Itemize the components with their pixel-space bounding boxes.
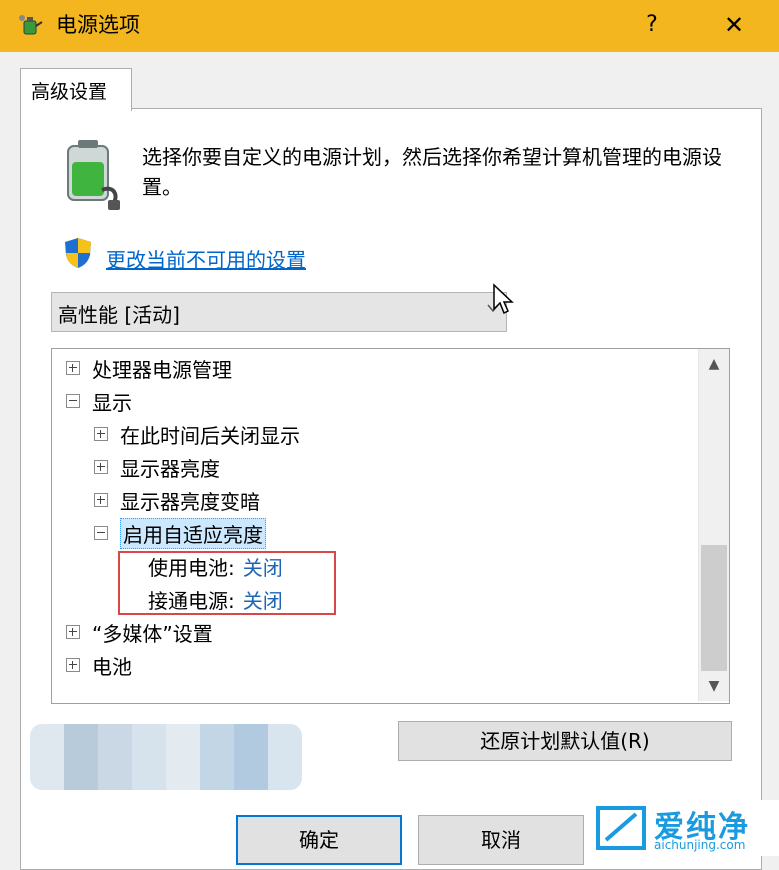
cancel-button[interactable]: 取消 [418, 815, 584, 865]
expand-icon[interactable] [66, 625, 80, 639]
tree-item-processor-power[interactable]: 处理器电源管理 [66, 353, 232, 383]
tree-item-adaptive-brightness[interactable]: 启用自适应亮度 [94, 517, 266, 549]
tree-item-turn-off-display[interactable]: 在此时间后关闭显示 [94, 419, 300, 449]
expand-icon[interactable] [94, 427, 108, 441]
plan-select[interactable]: 高性能 [活动] [51, 292, 507, 332]
window-title: 电源选项 [56, 13, 140, 37]
description-text: 选择你要自定义的电源计划，然后选择你希望计算机管理的电源设置。 [142, 145, 722, 199]
tree-item-dimmed-brightness[interactable]: 显示器亮度变暗 [94, 485, 260, 515]
tree-item-label: 处理器电源管理 [92, 357, 232, 382]
expand-icon[interactable] [66, 361, 80, 375]
tree-item-label: 显示器亮度变暗 [120, 489, 260, 514]
tree-item-display-brightness[interactable]: 显示器亮度 [94, 452, 220, 482]
tree-item-label: 显示器亮度 [120, 456, 220, 481]
tab-label: 高级设置 [31, 81, 108, 103]
plan-select-value: 高性能 [活动] [58, 303, 180, 327]
tree-item-multimedia[interactable]: “多媒体”设置 [66, 617, 213, 647]
watermark-url: aichunjing.com [654, 838, 746, 852]
tree-scrollbar[interactable]: ▲ ▼ [698, 349, 729, 701]
tree-item-battery[interactable]: 电池 [66, 650, 132, 680]
tree-item-label-selected: 启用自适应亮度 [120, 517, 266, 549]
title-bar: 电源选项 ? ✕ [0, 0, 779, 52]
tree-item-label: 电池 [92, 654, 132, 679]
mouse-cursor-icon [493, 283, 514, 315]
collapse-icon[interactable] [94, 526, 108, 540]
help-button[interactable]: ? [632, 8, 672, 42]
tree-item-label: 显示 [92, 390, 132, 415]
expand-icon[interactable] [94, 493, 108, 507]
expand-icon[interactable] [94, 460, 108, 474]
ok-button[interactable]: 确定 [236, 815, 402, 865]
uac-shield-icon [65, 238, 91, 268]
scroll-up-arrow-icon[interactable]: ▲ [699, 349, 729, 379]
scrollbar-thumb[interactable] [701, 545, 727, 671]
power-options-icon [19, 15, 43, 35]
battery-plug-icon [67, 140, 120, 210]
watermark: 爱纯净 aichunjing.com [588, 800, 779, 856]
collapse-icon[interactable] [66, 394, 80, 408]
tree-item-label: “多媒体”设置 [92, 621, 213, 646]
tab-advanced-settings[interactable]: 高级设置 [20, 68, 132, 111]
watermark-logo-icon [596, 806, 646, 850]
settings-tree[interactable]: 处理器电源管理 显示 在此时间后关闭显示 显示器亮度 显示器亮度变暗 启用自适应… [51, 348, 730, 704]
change-unavailable-settings-link[interactable]: 更改当前不可用的设置 [106, 244, 306, 273]
scroll-down-arrow-icon[interactable]: ▼ [699, 671, 729, 701]
restore-defaults-button[interactable]: 还原计划默认值(R) [398, 721, 732, 761]
tree-item-display[interactable]: 显示 [66, 386, 132, 416]
annotation-highlight-box [118, 551, 336, 615]
tree-item-label: 在此时间后关闭显示 [120, 423, 300, 448]
close-button[interactable]: ✕ [712, 8, 756, 42]
blurred-region [30, 724, 302, 790]
expand-icon[interactable] [66, 658, 80, 672]
